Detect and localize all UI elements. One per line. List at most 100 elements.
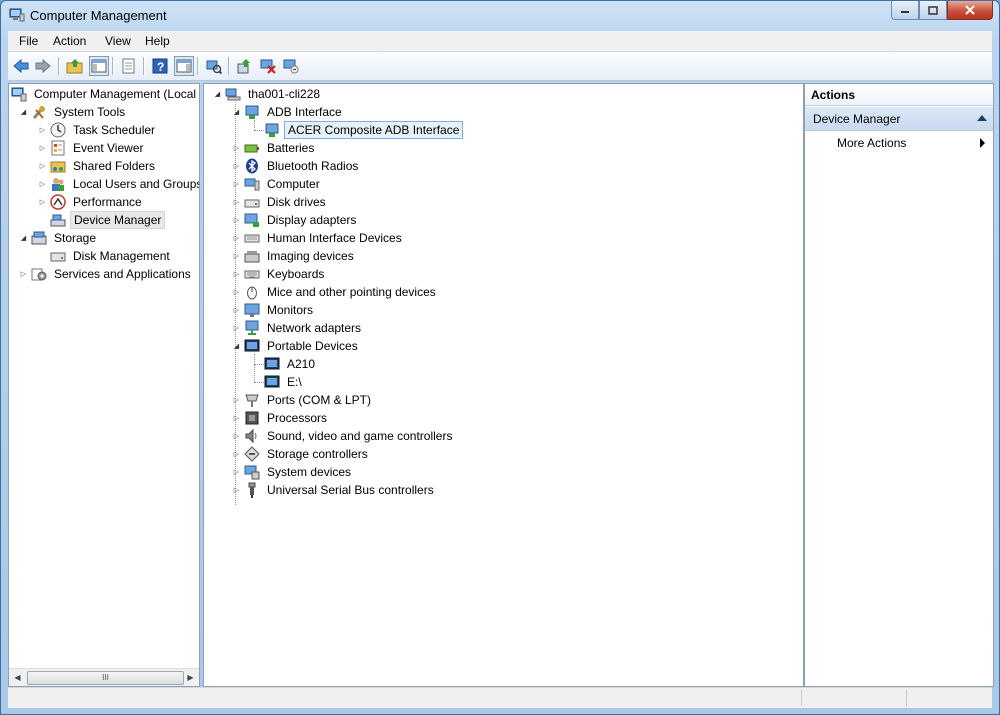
device-category-mice[interactable]: ▷ Mice and other pointing devices (232, 283, 439, 301)
expand-arrow-icon[interactable]: ▷ (38, 121, 47, 139)
device-category-ports[interactable]: ▷ Ports (COM & LPT) (232, 391, 374, 409)
expand-arrow-icon[interactable]: ▷ (38, 175, 47, 193)
tree-label: Sound, video and game controllers (267, 429, 453, 443)
scrollbar-thumb[interactable]: III (27, 671, 184, 685)
device-item-a210[interactable]: A210 (264, 355, 318, 373)
expand-arrow-icon[interactable]: ▷ (232, 301, 241, 319)
menu-file[interactable]: File (19, 34, 38, 48)
help-icon: ? (152, 58, 168, 74)
collapse-caret-icon[interactable] (977, 115, 987, 121)
expand-arrow-icon[interactable]: ▷ (232, 211, 241, 229)
device-item-acer-composite-adb[interactable]: ACER Composite ADB Interface (264, 121, 464, 139)
expand-arrow-icon[interactable]: ▷ (232, 265, 241, 283)
expand-arrow-icon[interactable]: ▷ (232, 229, 241, 247)
more-actions-link[interactable]: More Actions (837, 134, 906, 152)
device-category-imaging[interactable]: ▷ Imaging devices (232, 247, 357, 265)
tree-item-system-tools[interactable]: ◢ System Tools (19, 103, 128, 121)
horizontal-scrollbar[interactable]: ◀ III ▶ (9, 668, 199, 686)
tree-item-storage[interactable]: ◢ Storage (19, 229, 99, 247)
tree-item-services-applications[interactable]: ▷ Services and Applications (19, 265, 194, 283)
device-category-usb[interactable]: ▷ Universal Serial Bus controllers (232, 481, 437, 499)
expand-arrow-icon[interactable]: ▷ (232, 283, 241, 301)
forward-button[interactable] (33, 56, 53, 76)
expand-arrow-icon[interactable]: ▷ (232, 139, 241, 157)
expand-arrow-icon[interactable]: ▷ (232, 391, 241, 409)
collapse-arrow-icon[interactable]: ◢ (232, 103, 241, 121)
back-button[interactable] (11, 56, 31, 76)
device-category-adb-interface[interactable]: ◢ ADB Interface (232, 103, 345, 121)
tree-item-device-manager[interactable]: Device Manager (38, 211, 166, 229)
tree-item-task-scheduler[interactable]: ▷ Task Scheduler (38, 121, 158, 139)
tree-item-shared-folders[interactable]: ▷ Shared Folders (38, 157, 158, 175)
export-list-button[interactable] (119, 56, 139, 76)
submenu-arrow-icon[interactable] (980, 138, 985, 148)
collapse-arrow-icon[interactable]: ◢ (213, 85, 222, 103)
console-tree-toggle[interactable] (89, 56, 109, 76)
scroll-left-arrow-icon[interactable]: ◀ (9, 669, 26, 686)
expand-arrow-icon[interactable]: ▷ (232, 175, 241, 193)
device-category-display-adapters[interactable]: ▷ Display adapters (232, 211, 359, 229)
tree-label: Services and Applications (54, 267, 191, 281)
expand-arrow-icon[interactable]: ▷ (19, 265, 28, 283)
tree-item-local-users[interactable]: ▷ Local Users and Groups (38, 175, 199, 193)
tree-item-computer-management[interactable]: Computer Management (Local (11, 85, 199, 103)
network-adapter-icon (245, 320, 259, 335)
device-category-monitors[interactable]: ▷ Monitors (232, 301, 316, 319)
expand-arrow-icon[interactable]: ▷ (232, 427, 241, 445)
device-category-batteries[interactable]: ▷ Batteries (232, 139, 317, 157)
expand-arrow-icon[interactable]: ▷ (232, 193, 241, 211)
minimize-button[interactable] (891, 1, 919, 20)
expand-arrow-icon[interactable]: ▷ (232, 247, 241, 265)
uninstall-device-button[interactable] (281, 56, 301, 76)
actions-section-device-manager[interactable]: Device Manager (805, 107, 993, 131)
title-bar[interactable]: Computer Management (1, 1, 999, 31)
tree-item-performance[interactable]: ▷ Performance (38, 193, 145, 211)
device-category-storage-controllers[interactable]: ▷ Storage controllers (232, 445, 371, 463)
action-pane-toggle[interactable] (174, 56, 194, 76)
menu-help[interactable]: Help (145, 34, 170, 48)
expand-arrow-icon[interactable]: ▷ (232, 409, 241, 427)
device-category-bluetooth[interactable]: ▷ Bluetooth Radios (232, 157, 361, 175)
device-tree-root[interactable]: ◢ tha001-cli228 (213, 85, 323, 103)
help-button[interactable]: ? (150, 56, 170, 76)
menu-view[interactable]: View (105, 34, 131, 48)
expand-arrow-icon[interactable]: ▷ (38, 157, 47, 175)
tree-item-disk-management[interactable]: Disk Management (38, 247, 173, 265)
expand-arrow-icon[interactable]: ▷ (232, 157, 241, 175)
expand-arrow-icon[interactable]: ▷ (232, 481, 241, 499)
device-category-computer[interactable]: ▷ Computer (232, 175, 323, 193)
expand-arrow-icon[interactable]: ▷ (232, 319, 241, 337)
menu-action[interactable]: Action (53, 34, 86, 48)
device-category-portable[interactable]: ◢ Portable Devices (232, 337, 361, 355)
disable-device-button[interactable] (258, 56, 278, 76)
portable-device-icon (244, 339, 260, 352)
device-category-processors[interactable]: ▷ Processors (232, 409, 330, 427)
update-driver-icon (237, 59, 250, 74)
scan-hardware-button[interactable] (204, 56, 224, 76)
expand-arrow-icon[interactable]: ▷ (232, 463, 241, 481)
console-tree-pane[interactable]: Computer Management (Local ◢ System Tool… (8, 83, 200, 687)
maximize-button[interactable] (919, 1, 947, 20)
collapse-arrow-icon[interactable]: ◢ (232, 337, 241, 355)
device-category-disk-drives[interactable]: ▷ Disk drives (232, 193, 329, 211)
device-item-e-drive[interactable]: E:\ (264, 373, 305, 391)
device-category-network[interactable]: ▷ Network adapters (232, 319, 364, 337)
scroll-right-arrow-icon[interactable]: ▶ (182, 669, 199, 686)
update-driver-button[interactable] (234, 56, 254, 76)
device-category-keyboards[interactable]: ▷ Keyboards (232, 265, 327, 283)
collapse-arrow-icon[interactable]: ◢ (19, 229, 28, 247)
tree-label: Keyboards (267, 267, 325, 281)
close-button[interactable] (947, 1, 993, 20)
device-category-hid[interactable]: ▷ Human Interface Devices (232, 229, 405, 247)
expand-arrow-icon[interactable]: ▷ (232, 445, 241, 463)
tree-item-event-viewer[interactable]: ▷ Event Viewer (38, 139, 146, 157)
keyboard-icon (244, 270, 260, 279)
expand-arrow-icon[interactable]: ▷ (38, 139, 47, 157)
up-folder-button[interactable] (65, 56, 85, 76)
expand-arrow-icon[interactable]: ▷ (38, 193, 47, 211)
device-category-sound[interactable]: ▷ Sound, video and game controllers (232, 427, 455, 445)
speaker-icon (245, 428, 257, 444)
collapse-arrow-icon[interactable]: ◢ (19, 103, 28, 121)
device-category-system[interactable]: ▷ System devices (232, 463, 354, 481)
device-tree-pane[interactable]: ◢ tha001-cli228 ◢ ADB Interface ACER Com… (203, 83, 804, 687)
